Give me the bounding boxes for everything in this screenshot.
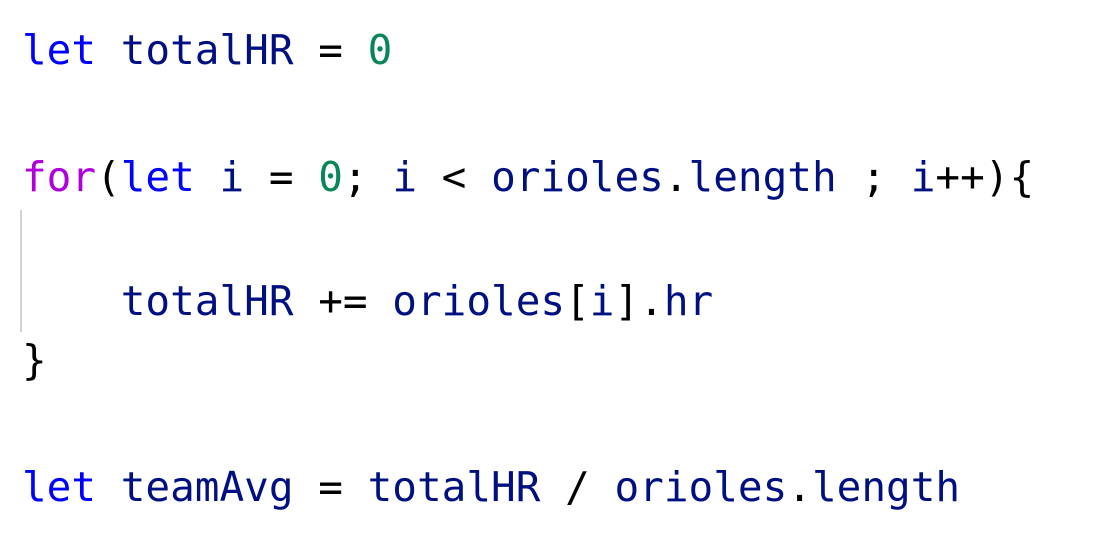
keyword-for: for xyxy=(22,153,97,201)
keyword-let: let xyxy=(22,26,97,74)
operator-assign: = xyxy=(244,153,319,201)
identifier-i: i xyxy=(392,153,417,201)
operator-divide: / xyxy=(540,463,615,511)
identifier-length: length xyxy=(688,153,837,201)
identifier-totalHR: totalHR xyxy=(120,26,294,74)
code-editor[interactable]: let totalHR = 0 for(let i = 0; i < oriol… xyxy=(0,0,1118,556)
close-bracket-dot: ]. xyxy=(614,277,664,325)
identifier-length: length xyxy=(811,463,961,511)
dot-operator: . xyxy=(663,153,689,201)
code-line-4[interactable]: } xyxy=(22,330,47,390)
operator-less-than: < xyxy=(417,153,492,201)
operator-assign: = xyxy=(293,463,368,511)
code-line-3[interactable]: totalHR += orioles[i].hr xyxy=(22,271,713,331)
semicolon: ; xyxy=(836,153,911,201)
open-paren: ( xyxy=(96,153,121,201)
identifier-i: i xyxy=(910,153,936,201)
code-line-1[interactable]: let totalHR = 0 xyxy=(22,20,392,80)
identifier-totalHR: totalHR xyxy=(120,277,294,325)
identifier-hr: hr xyxy=(663,277,714,325)
dot-operator: . xyxy=(787,463,812,511)
identifier-orioles: orioles xyxy=(491,153,664,201)
keyword-let: let xyxy=(120,153,195,201)
operator-assign: = xyxy=(293,26,368,74)
identifier-orioles: orioles xyxy=(392,277,566,325)
number-literal: 0 xyxy=(318,153,343,201)
identifier-i: i xyxy=(589,277,615,325)
identifier-orioles: orioles xyxy=(614,463,788,511)
keyword-let: let xyxy=(22,463,97,511)
number-literal: 0 xyxy=(367,26,393,74)
open-bracket: [ xyxy=(565,277,590,325)
close-brace: } xyxy=(22,336,47,384)
identifier-i: i xyxy=(219,153,245,201)
operator-plus-assign: += xyxy=(293,277,393,325)
indentation xyxy=(22,277,121,325)
identifier-totalHR: totalHR xyxy=(367,463,541,511)
code-line-2[interactable]: for(let i = 0; i < orioles.length ; i++)… xyxy=(22,147,1034,207)
identifier-teamAvg: teamAvg xyxy=(120,463,294,511)
increment-close-brace: ++){ xyxy=(935,153,1035,201)
code-line-5[interactable]: let teamAvg = totalHR / orioles.length xyxy=(22,457,960,517)
semicolon: ; xyxy=(342,153,393,201)
